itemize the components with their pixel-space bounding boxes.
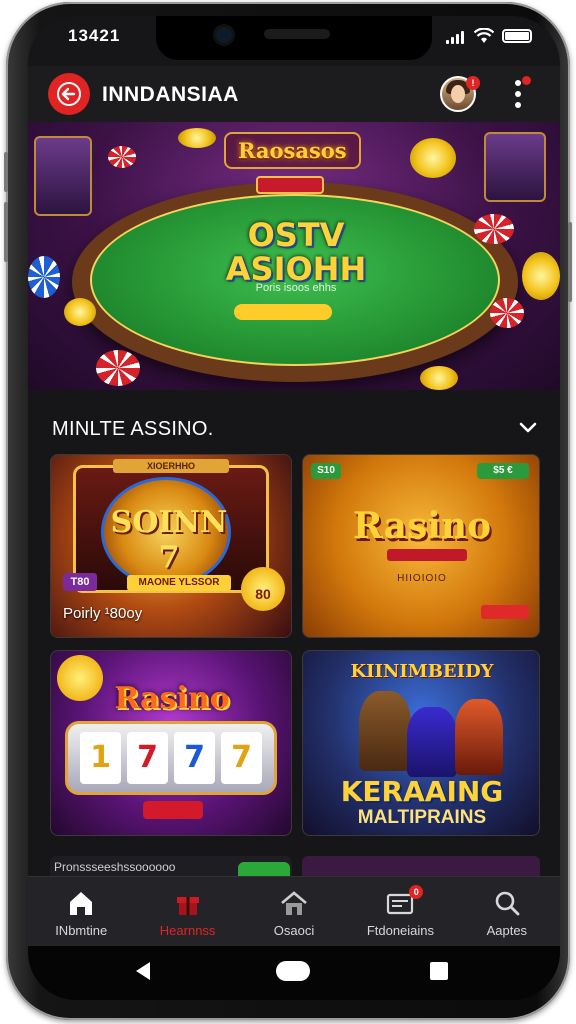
peek-green-tag — [238, 862, 290, 876]
nav-item-casino[interactable]: Osaoci — [241, 877, 347, 946]
phone-frame: 13421 INNDANSIAA ! Raosasos OSTV ASIOHH … — [4, 2, 572, 1020]
nav-item-home[interactable]: INbmtine — [28, 877, 134, 946]
volume-down-button — [4, 202, 8, 262]
nav-item-rewards[interactable]: Hearnnss — [134, 877, 240, 946]
system-home-icon[interactable] — [276, 961, 310, 981]
hero-banner[interactable]: Raosasos OSTV ASIOHH Poris isoos ehhs — [28, 122, 560, 390]
hero-subtitle: Poris isoos ehhs — [255, 282, 337, 294]
nav-label: Ftdoneiains — [366, 923, 435, 938]
hero-badge: Raosasos — [224, 132, 361, 169]
game-card-title: Rasino — [114, 681, 230, 716]
back-arrow-icon — [57, 82, 81, 106]
game-card-subtitle: MALTIPRAINS — [357, 807, 487, 828]
game-card-1[interactable]: XIOERHHO SOINN 7 MAONE YLSSOR T80 80 Poi… — [50, 454, 292, 638]
section-title: MINLTE ASSINO. — [52, 418, 214, 440]
red-chip-icon — [474, 214, 514, 244]
hero-title: OSTV ASIOHH — [196, 218, 396, 286]
game-card-ribbon: MAONE YLSSOR — [127, 575, 231, 591]
nav-item-inbox[interactable]: 0 Ftdoneiains — [347, 877, 453, 946]
battery-icon — [502, 29, 532, 43]
hero-red-plaque — [256, 176, 324, 194]
game-card-2[interactable]: S10 $5 € Rasino HIIOIOIO — [302, 454, 540, 638]
gold-chip-icon — [522, 252, 560, 300]
hero-play-button[interactable] — [234, 304, 332, 320]
screen: 13421 INNDANSIAA ! Raosasos OSTV ASIOHH … — [28, 16, 560, 1000]
search-icon — [495, 891, 520, 916]
game-card-4[interactable]: KIINIMBEIDY KERAAING MALTIPRAINS — [302, 650, 540, 836]
inbox-badge: 0 — [409, 885, 424, 899]
avatar-notification-badge: ! — [466, 76, 480, 90]
blue-chip-icon — [28, 256, 60, 298]
slot-machine-base — [143, 801, 203, 819]
system-nav-bar — [28, 946, 560, 1000]
game-card-pill-right: $5 € — [477, 463, 529, 479]
slot-reel: 1 — [80, 732, 121, 784]
game-card-top-title: KIINIMBEIDY — [350, 661, 494, 682]
game-card-pill-left: S10 — [311, 463, 341, 479]
girl-character — [407, 707, 457, 777]
chevron-down-icon[interactable] — [518, 420, 538, 436]
gold-chip-icon — [410, 138, 456, 178]
slot-machine-right — [484, 132, 546, 202]
status-time: 13421 — [68, 26, 121, 45]
volume-up-button — [4, 152, 8, 192]
front-camera — [216, 27, 232, 43]
bottom-nav: INbmtine Hearnnss Osaoci 0 Ftdoneiains A… — [28, 876, 560, 946]
avatar-face — [451, 85, 465, 103]
slot-reel: 7 — [221, 732, 262, 784]
home-icon — [70, 892, 93, 915]
house-icon — [281, 891, 307, 915]
red-chip-icon — [490, 298, 524, 328]
hero-title-line1: OSTV — [247, 216, 345, 254]
nav-label: Hearnnss — [159, 923, 216, 938]
nav-label: Aaptes — [486, 923, 528, 938]
red-chip-icon — [96, 350, 140, 386]
hero-title-line2: ASIOHH — [225, 250, 367, 288]
earpiece-speaker — [264, 29, 330, 39]
game-card-sub-pill — [387, 549, 467, 561]
section-header[interactable]: MINLTE ASSINO. — [28, 408, 560, 448]
red-chip-icon — [108, 146, 136, 168]
game-card-coin: 80 — [241, 567, 285, 611]
peek-caption: Pronssseeshssoooooo — [54, 860, 176, 874]
game-card-subtitle: HIIOIOIO — [397, 573, 447, 584]
power-button — [568, 222, 572, 302]
game-card-6-peek[interactable] — [302, 856, 540, 876]
nav-item-search[interactable]: Aaptes — [454, 877, 560, 946]
app-logo[interactable] — [48, 73, 90, 115]
notch — [156, 16, 432, 60]
wolf-character — [359, 691, 411, 771]
game-card-title: Rasino — [352, 505, 492, 547]
app-title: INNDANSIAA — [102, 83, 239, 106]
slot-reel: 7 — [127, 732, 168, 784]
boy-character — [455, 699, 503, 775]
game-card-cta-button[interactable] — [481, 605, 529, 619]
wifi-icon — [474, 28, 494, 43]
game-card-title: SOINN 7 — [110, 505, 228, 575]
game-card-title: KERAAING — [340, 775, 504, 808]
system-recents-icon[interactable] — [430, 962, 448, 980]
gold-chip-icon — [178, 128, 216, 148]
gift-icon — [176, 897, 199, 915]
game-card-caption: Poirly ¹80oy — [63, 605, 143, 622]
game-card-top-label: XIOERHHO — [113, 459, 229, 473]
game-card-tag: T80 — [63, 573, 97, 591]
nav-label: Osaoci — [273, 923, 315, 938]
nav-label: INbmtine — [55, 923, 108, 938]
app-bar: INNDANSIAA ! — [28, 66, 560, 122]
game-card-3[interactable]: Rasino 1 7 7 7 — [50, 650, 292, 836]
slot-machine-left — [34, 136, 92, 216]
slot-machine-reels: 1 7 7 7 — [65, 721, 277, 795]
gold-chip-icon — [420, 366, 458, 390]
gold-chip-icon — [64, 298, 96, 326]
slot-reel: 7 — [174, 732, 215, 784]
system-back-icon[interactable] — [136, 962, 150, 980]
cell-signal-icon — [446, 30, 464, 44]
menu-notification-dot — [522, 76, 531, 85]
